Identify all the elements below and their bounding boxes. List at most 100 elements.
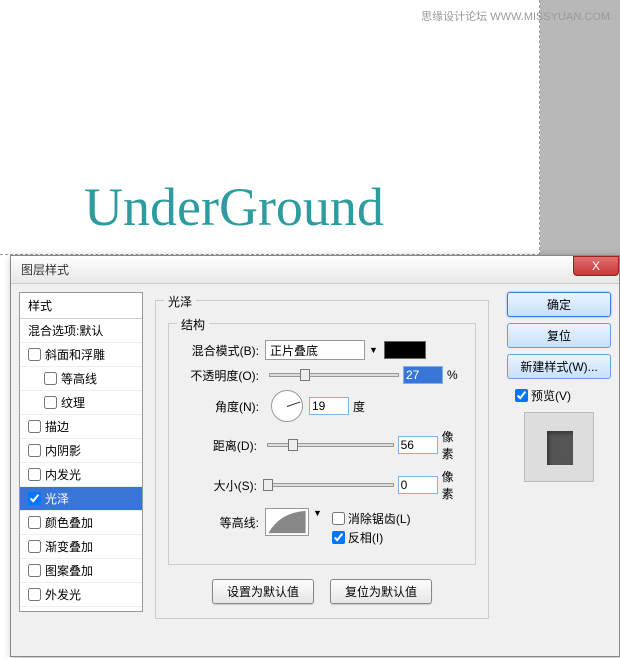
angle-input[interactable] <box>309 397 349 415</box>
style-checkbox[interactable] <box>28 444 41 457</box>
style-checkbox[interactable] <box>28 564 41 577</box>
style-item-label: 外发光 <box>45 586 81 603</box>
style-item-label: 光泽 <box>45 490 69 507</box>
structure-subgroup: 结构 混合模式(B): 正片叠底 ▼ 不透明度(O): % <box>168 323 476 565</box>
distance-label: 距离(D): <box>179 437 257 454</box>
size-unit: 像素 <box>442 468 465 502</box>
close-button[interactable]: X <box>573 256 619 276</box>
new-style-button[interactable]: 新建样式(W)... <box>507 354 611 379</box>
size-label: 大小(S): <box>179 477 257 494</box>
style-item-10[interactable]: 外发光 <box>20 583 142 607</box>
style-item-label: 内发光 <box>45 466 81 483</box>
style-item-label: 颜色叠加 <box>45 514 93 531</box>
style-item-9[interactable]: 图案叠加 <box>20 559 142 583</box>
style-item-label: 图案叠加 <box>45 562 93 579</box>
style-item-4[interactable]: 内阴影 <box>20 439 142 463</box>
style-item-1[interactable]: 等高线 <box>20 367 142 391</box>
right-panel: 确定 复位 新建样式(W)... 预览(V) <box>501 292 611 648</box>
style-checkbox[interactable] <box>28 468 41 481</box>
opacity-slider[interactable] <box>269 373 399 377</box>
watermark-text: 思缘设计论坛 WWW.MISSYUAN.COM <box>421 8 610 24</box>
style-item-label: 描边 <box>45 418 69 435</box>
canvas-area: UnderGround <box>0 0 540 255</box>
canvas-gray-bg <box>540 0 620 255</box>
color-swatch[interactable] <box>384 341 426 359</box>
style-checkbox[interactable] <box>28 420 41 433</box>
style-item-label: 投影 <box>45 610 69 612</box>
dialog-title: 图层样式 <box>21 261 69 278</box>
default-buttons-row: 设置为默认值 复位为默认值 <box>168 579 476 604</box>
opacity-input[interactable] <box>403 366 443 384</box>
styles-header: 样式 <box>20 293 142 319</box>
preview-label: 预览(V) <box>531 387 571 404</box>
style-checkbox[interactable] <box>28 516 41 529</box>
style-item-label: 纹理 <box>61 394 85 411</box>
contour-checks: 消除锯齿(L) 反相(I) <box>332 508 411 548</box>
preview-thumbnail <box>524 412 594 482</box>
set-default-button[interactable]: 设置为默认值 <box>212 579 314 604</box>
dialog-body: 样式 混合选项:默认 斜面和浮雕等高线纹理描边内阴影内发光光泽颜色叠加渐变叠加图… <box>11 284 619 656</box>
layer-style-dialog: 图层样式 X 样式 混合选项:默认 斜面和浮雕等高线纹理描边内阴影内发光光泽颜色… <box>10 255 620 657</box>
style-item-label: 内阴影 <box>45 442 81 459</box>
chevron-down-icon[interactable]: ▼ <box>313 508 322 518</box>
reset-default-button[interactable]: 复位为默认值 <box>330 579 432 604</box>
styles-list-panel: 样式 混合选项:默认 斜面和浮雕等高线纹理描边内阴影内发光光泽颜色叠加渐变叠加图… <box>19 292 143 612</box>
style-item-11[interactable]: 投影 <box>20 607 142 612</box>
blend-mode-combo[interactable]: 正片叠底 <box>265 340 365 360</box>
antialias-checkbox[interactable] <box>332 512 345 525</box>
satin-group: 光泽 结构 混合模式(B): 正片叠底 ▼ 不透明度(O): <box>155 300 489 619</box>
blend-mode-value: 正片叠底 <box>270 342 318 359</box>
distance-row: 距离(D): 像素 <box>179 428 465 462</box>
sample-text: UnderGround <box>84 176 384 238</box>
style-checkbox[interactable] <box>28 348 41 361</box>
style-checkbox[interactable] <box>28 492 41 505</box>
ok-button[interactable]: 确定 <box>507 292 611 317</box>
style-item-5[interactable]: 内发光 <box>20 463 142 487</box>
angle-row: 角度(N): 度 <box>179 390 465 422</box>
group-title: 光泽 <box>164 293 196 310</box>
chevron-down-icon[interactable]: ▼ <box>369 345 378 355</box>
contour-row: 等高线: ▼ 消除锯齿(L) 反相(I) <box>179 508 465 548</box>
contour-picker[interactable] <box>265 508 309 536</box>
distance-unit: 像素 <box>442 428 465 462</box>
distance-input[interactable] <box>398 436 438 454</box>
angle-dial[interactable] <box>271 390 303 422</box>
opacity-row: 不透明度(O): % <box>179 366 465 384</box>
style-item-3[interactable]: 描边 <box>20 415 142 439</box>
invert-label: 反相(I) <box>348 529 383 546</box>
style-checkbox[interactable] <box>28 588 41 601</box>
style-item-2[interactable]: 纹理 <box>20 391 142 415</box>
style-item-6[interactable]: 光泽 <box>20 487 142 511</box>
preview-checkbox[interactable] <box>515 389 528 402</box>
style-checkbox[interactable] <box>44 396 57 409</box>
center-panel: 光泽 结构 混合模式(B): 正片叠底 ▼ 不透明度(O): <box>143 292 501 648</box>
invert-check-row: 反相(I) <box>332 529 411 546</box>
blend-mode-row: 混合模式(B): 正片叠底 ▼ <box>179 340 465 360</box>
opacity-label: 不透明度(O): <box>179 367 259 384</box>
dialog-titlebar[interactable]: 图层样式 X <box>11 256 619 284</box>
style-checkbox[interactable] <box>28 540 41 553</box>
size-input[interactable] <box>398 476 438 494</box>
style-item-label: 斜面和浮雕 <box>45 346 105 363</box>
contour-label: 等高线: <box>179 508 259 531</box>
sub-title: 结构 <box>177 316 209 333</box>
angle-unit: 度 <box>353 398 365 415</box>
style-item-label: 渐变叠加 <box>45 538 93 555</box>
distance-slider[interactable] <box>267 443 394 447</box>
style-item-label: 等高线 <box>61 370 97 387</box>
opacity-unit: % <box>447 368 458 382</box>
invert-checkbox[interactable] <box>332 531 345 544</box>
blend-options-item[interactable]: 混合选项:默认 <box>20 319 142 343</box>
preview-inner <box>547 431 573 465</box>
antialias-check-row: 消除锯齿(L) <box>332 510 411 527</box>
size-slider[interactable] <box>267 483 394 487</box>
style-item-8[interactable]: 渐变叠加 <box>20 535 142 559</box>
size-row: 大小(S): 像素 <box>179 468 465 502</box>
style-item-0[interactable]: 斜面和浮雕 <box>20 343 142 367</box>
antialias-label: 消除锯齿(L) <box>348 510 411 527</box>
blend-mode-label: 混合模式(B): <box>179 342 259 359</box>
style-item-7[interactable]: 颜色叠加 <box>20 511 142 535</box>
preview-check-row: 预览(V) <box>515 387 611 404</box>
cancel-button[interactable]: 复位 <box>507 323 611 348</box>
style-checkbox[interactable] <box>44 372 57 385</box>
